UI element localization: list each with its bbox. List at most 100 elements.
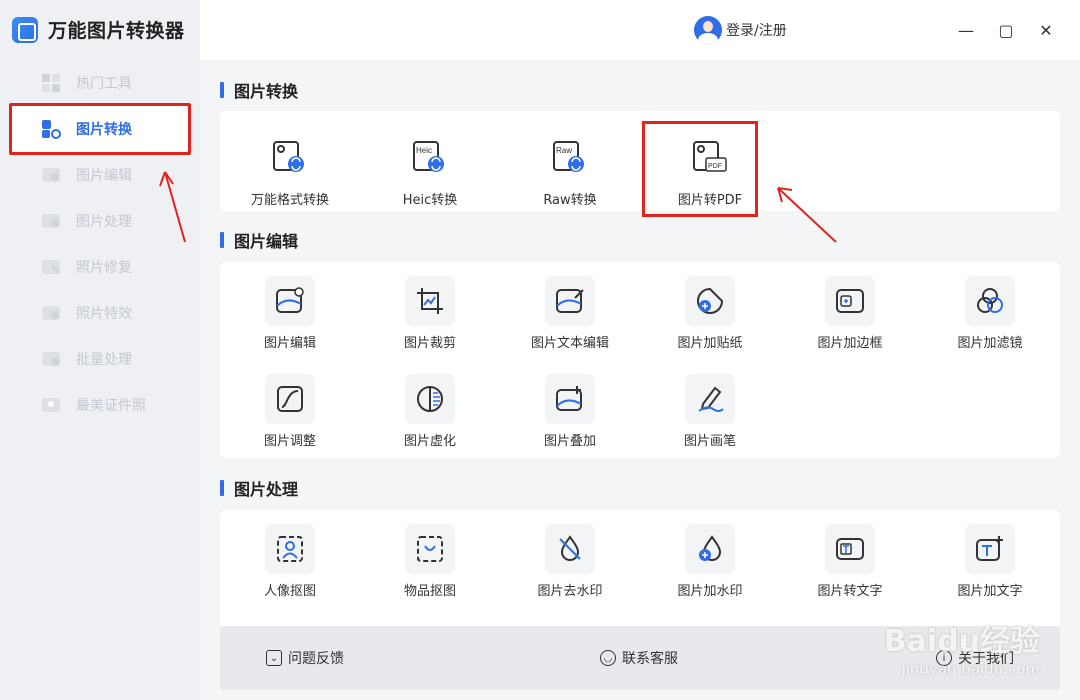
tool-crop[interactable]: 图片裁剪 (360, 276, 500, 356)
sidebar-item-photo-repair[interactable]: 照片修复 (0, 244, 200, 290)
sidebar-item-label: 图片处理 (76, 214, 132, 230)
feedback-icon: ⌄ (266, 650, 282, 666)
app-logo-icon (12, 16, 38, 43)
tool-label: 图片去水印 (537, 584, 603, 599)
tool-label: 图片加水印 (677, 584, 743, 599)
sidebar-item-image-process[interactable]: 图片处理 (0, 198, 200, 244)
close-button[interactable]: ✕ (1026, 18, 1066, 42)
raw-icon: Raw (545, 133, 595, 183)
image-to-text-icon (825, 524, 875, 574)
tool-label: 万能格式转换 (250, 193, 329, 208)
photo-effect-icon (40, 302, 62, 324)
sidebar-item-hot-tools[interactable]: 热门工具 (0, 60, 200, 106)
tool-label: 图片叠加 (543, 434, 596, 449)
grid-icon (40, 72, 62, 94)
watermark-sub: jingyan.baidu.com (901, 660, 1040, 678)
id-photo-icon (40, 394, 62, 416)
login-button[interactable]: 登录/注册 (694, 16, 787, 44)
add-text-icon (965, 524, 1015, 574)
tool-filter[interactable]: 图片加滤镜 (920, 276, 1060, 356)
tool-pen[interactable]: 图片画笔 (640, 374, 780, 454)
sidebar-nav: 热门工具 图片转换 图片编辑 图片处理 照片修复 照片特效 批量处理 最美证件照 (0, 60, 200, 428)
sidebar-item-batch[interactable]: 批量处理 (0, 336, 200, 382)
sidebar-item-photo-effect[interactable]: 照片特效 (0, 290, 200, 336)
tool-overlay[interactable]: 图片叠加 (500, 374, 640, 454)
tool-image-text-edit[interactable]: 图片文本编辑 (500, 276, 640, 356)
overlay-icon (545, 374, 595, 424)
tool-label: 图片虚化 (403, 434, 456, 449)
tool-adjust[interactable]: 图片调整 (220, 374, 360, 454)
tool-sticker[interactable]: 图片加贴纸 (640, 276, 780, 356)
add-watermark-icon (685, 524, 735, 574)
tool-add-watermark[interactable]: 图片加水印 (640, 524, 780, 604)
tool-heic-convert[interactable]: Heic Heic转换 (360, 133, 500, 213)
sidebar-item-label: 照片修复 (76, 260, 132, 276)
tool-frame[interactable]: 图片加边框 (780, 276, 920, 356)
blur-icon (405, 374, 455, 424)
image-settings-icon (265, 276, 315, 326)
crop-icon (405, 276, 455, 326)
tool-label: Heic转换 (402, 193, 458, 208)
login-label: 登录/注册 (726, 23, 787, 39)
sidebar-item-label: 图片转换 (76, 122, 132, 138)
sidebar-item-image-edit[interactable]: 图片编辑 (0, 152, 200, 198)
watermark-text: Baidu经验 (883, 624, 1040, 659)
tool-raw-convert[interactable]: Raw Raw转换 (500, 133, 640, 213)
image-text-edit-icon (545, 276, 595, 326)
section-title-process: 图片处理 (220, 476, 298, 500)
tool-label: 图片裁剪 (403, 336, 456, 351)
title-bar: 登录/注册 — ▢ ✕ (200, 0, 1080, 60)
tool-image-to-pdf[interactable]: PDF 图片转PDF (640, 121, 780, 217)
support-icon: ◡ (600, 650, 616, 666)
tool-label: 图片加滤镜 (957, 336, 1023, 351)
tool-label: 图片文本编辑 (530, 336, 609, 351)
contact-label: 联系客服 (622, 651, 678, 667)
tool-format-convert[interactable]: 万能格式转换 (220, 133, 360, 213)
section-title-convert: 图片转换 (220, 78, 298, 102)
portrait-cutout-icon (265, 524, 315, 574)
image-edit-icon (40, 164, 62, 186)
tool-add-text[interactable]: 图片加文字 (920, 524, 1060, 604)
tool-label: 图片转文字 (817, 584, 883, 599)
tool-label: 图片调整 (263, 434, 316, 449)
image-process-icon (40, 210, 62, 232)
curve-icon (265, 374, 315, 424)
window-controls: — ▢ ✕ (946, 18, 1066, 42)
maximize-button[interactable]: ▢ (986, 18, 1026, 42)
sidebar: 万能图片转换器 热门工具 图片转换 图片编辑 图片处理 照片修复 照片特效 批量… (0, 0, 200, 700)
format-convert-icon (265, 133, 315, 183)
svg-text:Heic: Heic (416, 146, 432, 155)
tool-blur[interactable]: 图片虚化 (360, 374, 500, 454)
sidebar-item-id-photo[interactable]: 最美证件照 (0, 382, 200, 428)
convert-icon (40, 118, 62, 140)
contact-button[interactable]: ◡ 联系客服 (600, 648, 678, 668)
sidebar-item-label: 图片编辑 (76, 168, 132, 184)
sidebar-item-label: 照片特效 (76, 306, 132, 322)
tool-image-to-text[interactable]: 图片转文字 (780, 524, 920, 604)
tool-remove-watermark[interactable]: 图片去水印 (500, 524, 640, 604)
section-title-edit: 图片编辑 (220, 228, 298, 252)
tool-label: 人像抠图 (263, 584, 316, 599)
svg-text:PDF: PDF (708, 163, 722, 170)
image-to-pdf-icon: PDF (685, 133, 735, 183)
tool-label: 图片加文字 (957, 584, 1023, 599)
filter-icon (965, 276, 1015, 326)
feedback-button[interactable]: ⌄ 问题反馈 (266, 648, 344, 668)
brand: 万能图片转换器 (12, 16, 185, 43)
tool-label: 图片转PDF (677, 193, 743, 208)
minimize-button[interactable]: — (946, 18, 986, 42)
tool-label: Raw转换 (543, 193, 597, 208)
tool-object-cutout[interactable]: 物品抠图 (360, 524, 500, 604)
process-card: 人像抠图 物品抠图 图片去水印 图片加水印 图片转文字 图片加文字 (220, 510, 1060, 630)
pen-icon (685, 374, 735, 424)
convert-card: 万能格式转换 Heic Heic转换 Raw Raw转换 PDF 图片转PDF (220, 111, 1060, 217)
baidu-watermark: Baidu经验 jingyan.baidu.com (884, 616, 1040, 678)
object-cutout-icon (405, 524, 455, 574)
tool-portrait-cutout[interactable]: 人像抠图 (220, 524, 360, 604)
feedback-label: 问题反馈 (288, 651, 344, 667)
svg-text:Raw: Raw (556, 146, 572, 155)
tool-image-edit[interactable]: 图片编辑 (220, 276, 360, 356)
tool-label: 物品抠图 (403, 584, 456, 599)
edit-card: 图片编辑 图片裁剪 图片文本编辑 图片加贴纸 图片加边框 图片加滤镜 图片调整 … (220, 262, 1060, 458)
sidebar-item-image-convert[interactable]: 图片转换 (9, 103, 191, 155)
